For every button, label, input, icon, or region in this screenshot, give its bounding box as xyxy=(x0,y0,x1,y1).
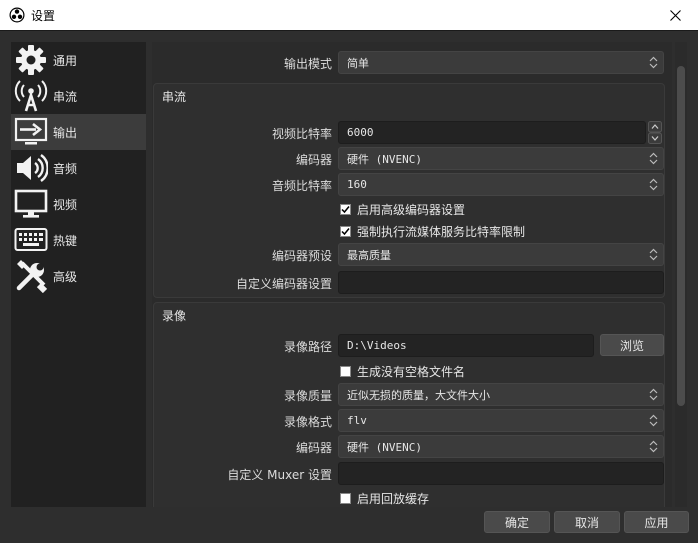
recording-format-label: 录像格式 xyxy=(283,415,332,429)
combo-arrows-icon xyxy=(649,178,658,191)
recording-encoder-select[interactable]: 硬件 (NVENC) xyxy=(338,435,664,458)
output-mode-label: 输出模式 xyxy=(283,57,332,71)
speaker-icon xyxy=(11,150,51,186)
broadcast-icon xyxy=(11,78,51,114)
combo-arrows-icon xyxy=(649,388,658,401)
ok-button[interactable]: 确定 xyxy=(484,511,550,533)
apply-button[interactable]: 应用 xyxy=(624,511,689,533)
window-title: 设置 xyxy=(31,8,56,23)
sidebar-item-label: 高级 xyxy=(53,269,78,284)
combo-arrows-icon xyxy=(649,414,658,427)
no-space-filename-checkbox[interactable]: 生成没有空格文件名 xyxy=(340,363,465,380)
muxer-settings-input[interactable] xyxy=(338,462,664,485)
audio-bitrate-select[interactable]: 160 xyxy=(338,173,664,196)
output-mode-value: 简单 xyxy=(347,56,369,70)
browse-button[interactable]: 浏览 xyxy=(600,334,664,356)
custom-encoder-input[interactable] xyxy=(338,271,664,294)
sidebar-item-label: 音频 xyxy=(53,161,78,176)
recording-format-select[interactable]: flv xyxy=(338,409,664,432)
scrollbar-thumb[interactable] xyxy=(677,66,685,406)
gear-icon xyxy=(11,42,51,78)
streaming-group-title: 串流 xyxy=(162,90,187,104)
video-bitrate-label: 视频比特率 xyxy=(271,127,332,141)
encoder-preset-label: 编码器预设 xyxy=(271,249,332,263)
sidebar-item-audio[interactable]: 音频 xyxy=(11,150,146,186)
recording-quality-label: 录像质量 xyxy=(283,389,332,403)
cancel-button[interactable]: 取消 xyxy=(554,511,620,533)
settings-sidebar: 通用 串流 输出 音频 视频 热键 高级 xyxy=(11,42,146,507)
sidebar-item-general[interactable]: 通用 xyxy=(11,42,146,78)
audio-bitrate-label: 音频比特率 xyxy=(271,179,332,193)
recording-quality-select[interactable]: 近似无损的质量，大文件大小 xyxy=(338,383,664,406)
sidebar-item-stream[interactable]: 串流 xyxy=(11,78,146,114)
recording-group-title: 录像 xyxy=(162,309,187,323)
custom-encoder-label: 自定义编码器设置 xyxy=(235,277,332,291)
recording-encoder-label: 编码器 xyxy=(295,441,332,455)
monitor-icon xyxy=(11,186,51,222)
stream-encoder-select[interactable]: 硬件 (NVENC) xyxy=(338,147,664,170)
checkmark-icon xyxy=(341,228,350,236)
tools-icon xyxy=(11,258,51,294)
checkbox-box[interactable] xyxy=(340,366,351,377)
sidebar-item-label: 通用 xyxy=(53,53,78,68)
video-bitrate-spinner[interactable] xyxy=(648,121,662,144)
settings-scrollbar[interactable] xyxy=(675,42,687,507)
sidebar-item-label: 热键 xyxy=(53,233,78,248)
recording-path-label: 录像路径 xyxy=(283,340,332,354)
video-bitrate-input[interactable]: 6000 xyxy=(338,121,646,144)
sidebar-item-label: 输出 xyxy=(53,125,78,140)
sidebar-item-hotkeys[interactable]: 热键 xyxy=(11,222,146,258)
muxer-settings-label: 自定义 Muxer 设置 xyxy=(227,468,332,482)
close-button[interactable] xyxy=(652,0,698,30)
sidebar-item-video[interactable]: 视频 xyxy=(11,186,146,222)
obs-logo-icon xyxy=(9,7,25,23)
checkmark-icon xyxy=(341,206,350,214)
enforce-bitrate-limits-checkbox[interactable]: 强制执行流媒体服务比特率限制 xyxy=(340,223,525,240)
stream-encoder-label: 编码器 xyxy=(295,153,332,167)
settings-main: 通用 串流 输出 音频 视频 热键 高级 输出模式 简单 串流 视频比特率 60… xyxy=(0,30,698,543)
sidebar-item-advanced[interactable]: 高级 xyxy=(11,258,146,294)
checkbox-box[interactable] xyxy=(340,204,351,215)
title-bar: 设置 xyxy=(0,0,698,30)
recording-path-input[interactable]: D:\Videos xyxy=(338,334,594,357)
encoder-preset-select[interactable]: 最高质量 xyxy=(338,243,664,266)
close-icon xyxy=(669,9,681,21)
combo-arrows-icon xyxy=(649,248,658,261)
output-settings-panel: 输出模式 简单 串流 视频比特率 6000 编码器 硬件 (NVENC) 音频比… xyxy=(152,42,672,507)
combo-arrows-icon xyxy=(649,440,658,453)
checkbox-box[interactable] xyxy=(340,226,351,237)
replay-buffer-checkbox[interactable]: 启用回放缓存 xyxy=(340,490,429,507)
advanced-encoder-checkbox[interactable]: 启用高级编码器设置 xyxy=(340,201,465,218)
output-icon xyxy=(11,114,51,150)
combo-arrows-icon xyxy=(649,152,658,165)
sidebar-item-label: 串流 xyxy=(53,89,78,104)
combo-arrows-icon xyxy=(649,56,658,69)
sidebar-item-output[interactable]: 输出 xyxy=(11,114,146,150)
output-mode-select[interactable]: 简单 xyxy=(338,51,664,74)
keyboard-icon xyxy=(11,222,51,258)
sidebar-item-label: 视频 xyxy=(53,197,78,212)
checkbox-box[interactable] xyxy=(340,493,351,504)
